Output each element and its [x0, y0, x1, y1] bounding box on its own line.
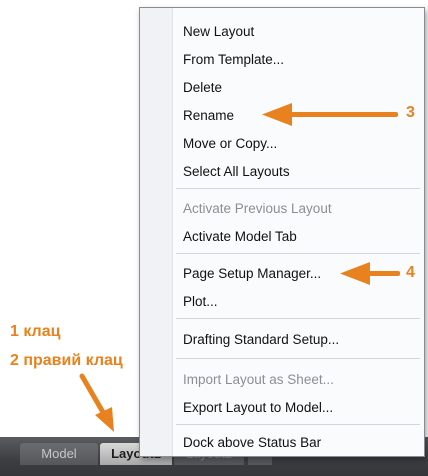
- annotation-arrows: [79, 103, 400, 432]
- annotation-arrow-page-setup: [340, 262, 400, 285]
- annotation-arrow-rename: [262, 103, 398, 126]
- annotation-arrow-layout-tab: [79, 373, 114, 432]
